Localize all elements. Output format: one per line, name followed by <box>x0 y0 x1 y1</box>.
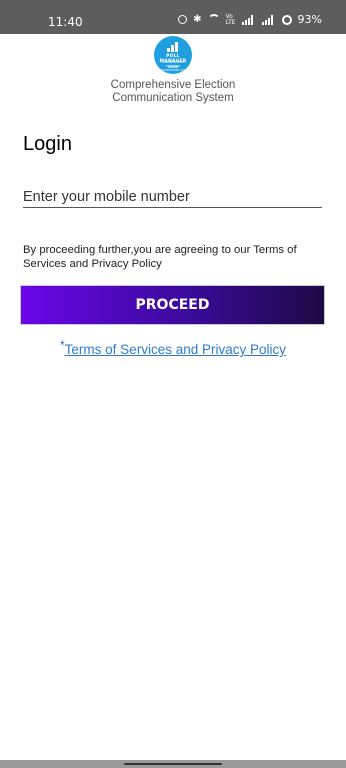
navigation-bar <box>0 760 346 768</box>
app-subtitle: Comprehensive Election Communication Sys… <box>0 79 346 105</box>
mobile-number-input[interactable] <box>23 187 322 208</box>
subtitle-line-1: Comprehensive Election <box>110 79 236 91</box>
status-icons: ✱ Vo LTE 93% <box>178 13 322 26</box>
terms-privacy-link[interactable]: Terms of Services and Privacy Policy <box>65 342 286 357</box>
subtitle-line-2: Communication System <box>112 92 234 104</box>
status-bar: 11:40 ✱ Vo LTE 93% <box>0 0 346 34</box>
bar-chart-icon <box>167 42 178 52</box>
page-title: Login <box>23 133 72 155</box>
battery-percent: 93% <box>297 13 322 26</box>
consent-text: By proceeding further,you are agreeing t… <box>23 244 297 270</box>
bluetooth-icon: ✱ <box>193 13 202 25</box>
logo-year: 2024 <box>168 65 178 69</box>
status-time: 11:40 <box>48 15 83 29</box>
terms-line: *Terms of Services and Privacy Policy <box>0 338 346 357</box>
poll-manager-logo: POLL MANAGER COMPREHENSIVE ELECTION COMM… <box>154 36 192 74</box>
signal-icon <box>241 14 256 25</box>
wifi-icon <box>207 13 220 26</box>
signal-icon-2 <box>261 14 276 25</box>
battery-icon <box>281 14 292 25</box>
alarm-icon <box>178 15 188 24</box>
proceed-button[interactable]: PROCEED <box>20 285 325 325</box>
home-gesture-handle[interactable] <box>124 763 222 765</box>
volte-icon: Vo LTE <box>225 12 236 26</box>
